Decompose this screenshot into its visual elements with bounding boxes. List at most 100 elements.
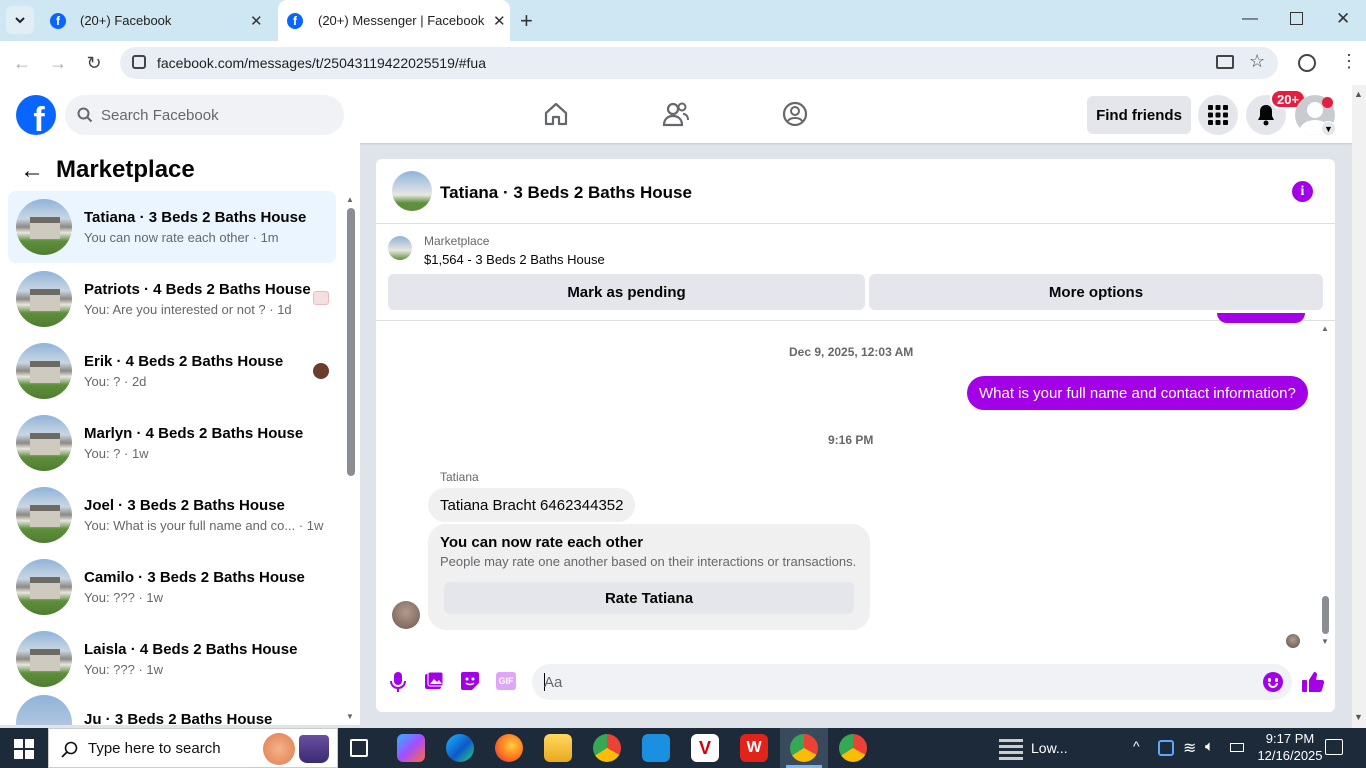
window-close-button[interactable]: ✕ — [1336, 9, 1350, 29]
facebook-logo-icon[interactable]: f — [16, 95, 56, 135]
taskbar-search-box[interactable]: Type here to search — [48, 728, 338, 768]
conversation-title: Laisla · 4 Beds 2 Baths House — [84, 641, 298, 658]
chrome-icon[interactable] — [790, 734, 818, 762]
new-tab-button[interactable]: + — [520, 8, 533, 34]
search-icon — [61, 741, 78, 758]
notification-center-icon[interactable] — [1325, 739, 1343, 755]
outgoing-message[interactable]: What is your full name and contact infor… — [967, 376, 1308, 410]
volume-icon[interactable]: 🔈︎ — [1205, 738, 1214, 755]
conversation-item[interactable]: Camilo · 3 Beds 2 Baths House You: ??? · … — [8, 551, 336, 623]
weather-icon[interactable] — [999, 736, 1023, 760]
find-friends-button[interactable]: Find friends — [1087, 96, 1191, 134]
listing-thumbnail — [16, 271, 72, 327]
scroll-up-arrow[interactable]: ▲ — [1354, 89, 1363, 99]
sidebar-scrollbar-thumb[interactable] — [347, 208, 355, 476]
scroll-down-arrow[interactable]: ▼ — [346, 713, 354, 721]
bookmark-star-icon[interactable]: ☆ — [1249, 51, 1265, 72]
chrome-icon[interactable] — [839, 734, 867, 762]
scroll-up-arrow[interactable]: ▲ — [1321, 324, 1329, 333]
conversation-title: Ju · 3 Beds 2 Baths House — [84, 711, 273, 725]
install-app-icon[interactable] — [1216, 55, 1234, 69]
tab-label: (20+) Messenger | Facebook — [318, 13, 485, 28]
conversation-item[interactable]: Ju · 3 Beds 2 Baths House — [8, 695, 336, 725]
scroll-down-arrow[interactable]: ▼ — [1354, 712, 1363, 722]
search-input[interactable]: Search Facebook — [65, 95, 344, 135]
taskbar-date[interactable]: 12/16/2025 — [1256, 748, 1324, 763]
emoji-icon[interactable] — [1263, 672, 1283, 692]
restore-button[interactable] — [1290, 12, 1303, 25]
chevron-down-icon[interactable]: ▼ — [1321, 121, 1336, 136]
app-icon[interactable] — [642, 734, 670, 762]
scroll-up-arrow[interactable]: ▲ — [346, 196, 354, 204]
bell-icon — [1258, 105, 1274, 126]
close-icon[interactable]: ✕ — [250, 12, 263, 30]
facebook-favicon-icon: f — [287, 12, 303, 29]
gif-icon[interactable]: GIF — [496, 672, 516, 690]
rate-button[interactable]: Rate Tatiana — [444, 582, 854, 614]
conversation-item[interactable]: Laisla · 4 Beds 2 Baths House You: ??? · … — [8, 623, 336, 695]
conversation-preview: You: ? · 2d — [84, 374, 147, 389]
more-options-button[interactable]: More options — [869, 274, 1323, 310]
reload-button[interactable]: ↻ — [80, 49, 108, 77]
search-placeholder: Search Facebook — [101, 106, 219, 124]
listing-thumbnail — [16, 343, 72, 399]
taskbar-time[interactable]: 9:17 PM — [1256, 731, 1324, 746]
browser-menu-icon[interactable]: ⋮ — [1340, 51, 1358, 72]
conversation-item[interactable]: Patriots · 4 Beds 2 Baths House You: Are … — [8, 263, 336, 335]
scroll-down-arrow[interactable]: ▼ — [1321, 637, 1329, 646]
chat-scrollbar-thumb[interactable] — [1322, 596, 1329, 634]
chat-header-title[interactable]: Tatiana · 3 Beds 2 Baths House — [440, 183, 692, 203]
sidebar-title: Marketplace — [56, 156, 195, 183]
chrome-icon[interactable] — [593, 734, 621, 762]
incoming-message[interactable]: Tatiana Bracht 6462344352 — [428, 488, 636, 522]
tab-search-dropdown[interactable] — [6, 6, 34, 34]
firefox-icon[interactable] — [495, 734, 523, 762]
microphone-icon[interactable] — [388, 671, 408, 693]
back-arrow-icon[interactable]: ← — [20, 157, 44, 185]
groups-icon[interactable] — [782, 101, 808, 127]
listing-thumbnail — [16, 631, 72, 687]
message-input[interactable]: Aa — [532, 664, 1292, 700]
minimize-button[interactable]: — — [1242, 10, 1258, 28]
battery-icon[interactable] — [1230, 743, 1244, 752]
conversation-item[interactable]: Erik · 4 Beds 2 Baths House You: ? · 2d — [8, 335, 336, 407]
close-icon[interactable]: ✕ — [493, 12, 506, 30]
weather-text[interactable]: Low... — [1031, 740, 1068, 756]
message-placeholder: Aa — [544, 674, 563, 691]
chat-header-thumbnail[interactable] — [392, 171, 432, 211]
windows-start-icon[interactable] — [14, 739, 34, 759]
friends-icon[interactable] — [662, 101, 690, 127]
forward-button[interactable]: → — [44, 49, 72, 77]
mark-pending-button[interactable]: Mark as pending — [388, 274, 865, 310]
conversation-item[interactable]: Tatiana · 3 Beds 2 Baths House You can no… — [8, 191, 336, 263]
sticker-icon[interactable] — [460, 671, 480, 691]
wps-icon[interactable]: W — [740, 734, 768, 762]
sender-avatar[interactable] — [392, 601, 420, 629]
task-view-icon[interactable] — [350, 739, 368, 757]
page-scrollbar[interactable] — [1352, 85, 1366, 728]
listing-thumbnail — [16, 695, 72, 725]
photo-icon[interactable] — [424, 671, 444, 691]
vnote-icon[interactable]: V — [691, 734, 719, 762]
edge-icon[interactable] — [446, 734, 474, 762]
tab-facebook[interactable]: f (20+) Facebook ✕ — [40, 0, 272, 41]
back-button[interactable]: ← — [8, 49, 36, 77]
info-icon[interactable]: i — [1292, 181, 1313, 202]
conversation-item[interactable]: Marlyn · 4 Beds 2 Baths House You: ? · 1w — [8, 407, 336, 479]
profile-icon[interactable] — [1298, 54, 1316, 72]
like-thumb-icon[interactable] — [1301, 670, 1325, 694]
home-icon[interactable] — [543, 101, 569, 127]
listing-price[interactable]: $1,564 - 3 Beds 2 Baths House — [424, 252, 605, 267]
file-explorer-icon[interactable] — [544, 734, 572, 762]
listing-thumbnail — [16, 199, 72, 255]
menu-button[interactable] — [1198, 95, 1238, 135]
chevron-up-icon[interactable]: ^ — [1133, 738, 1140, 754]
conversation-title: Tatiana · 3 Beds 2 Baths House — [84, 209, 307, 226]
tab-messenger[interactable]: f (20+) Messenger | Facebook ✕ — [278, 0, 510, 41]
bluetooth-tray-icon[interactable] — [1158, 740, 1174, 756]
copilot-icon[interactable] — [397, 734, 425, 762]
conversation-item[interactable]: Joel · 3 Beds 2 Baths House You: What is … — [8, 479, 336, 551]
search-highlight-image — [263, 733, 295, 765]
wifi-icon[interactable]: ≋ — [1183, 738, 1196, 758]
site-info-icon[interactable] — [132, 55, 146, 69]
